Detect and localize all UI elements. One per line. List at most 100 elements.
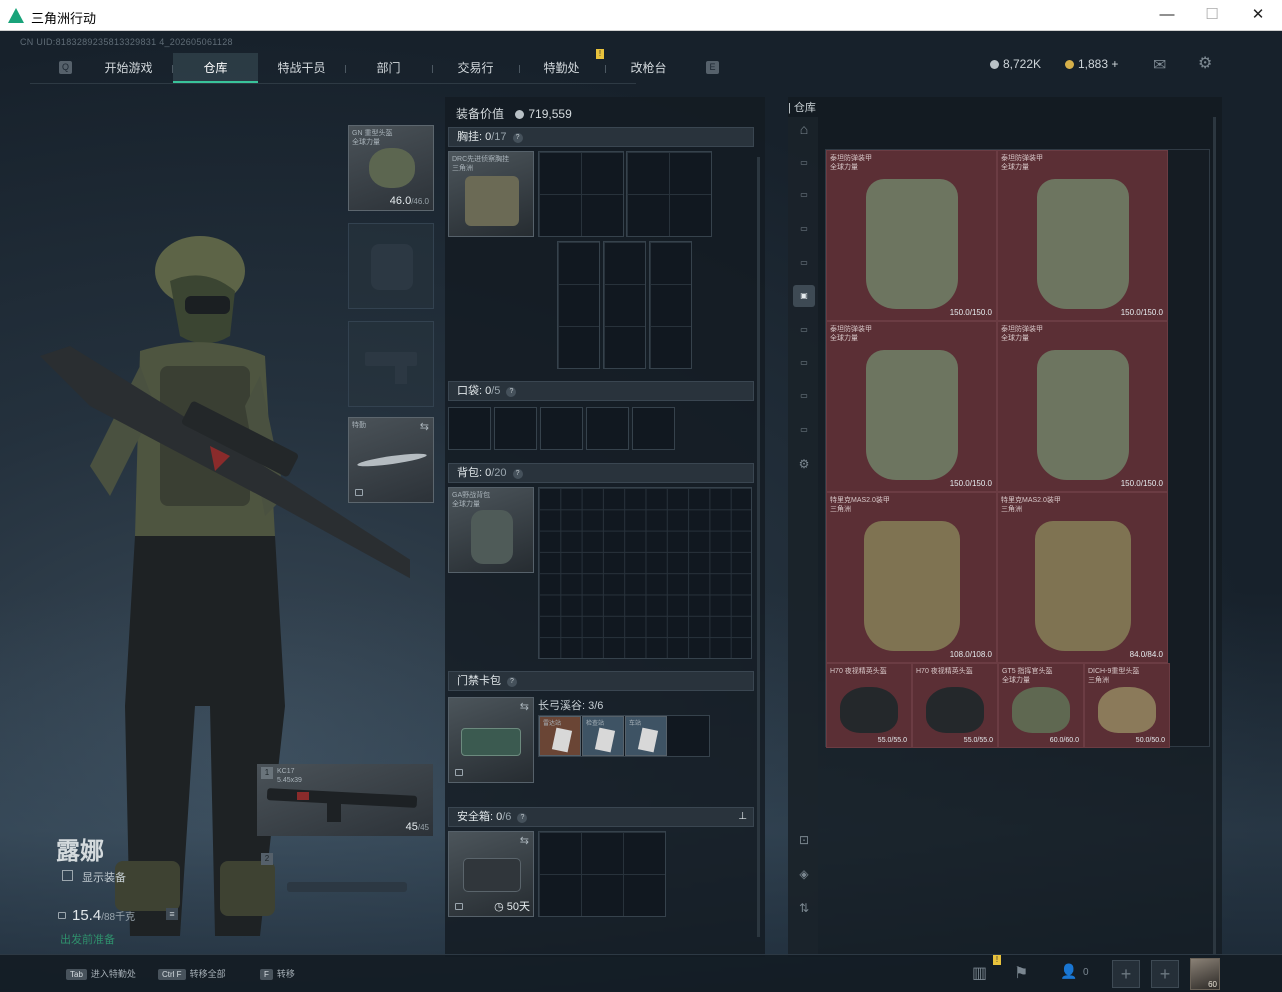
chest-rig-grid-5[interactable] <box>649 241 692 369</box>
helmet-slot[interactable]: GN 重型头盔 全球力量 46.0/46.0 <box>348 125 434 211</box>
add-teammate-button[interactable]: + <box>1151 960 1179 988</box>
warehouse-filter-all-icon[interactable]: ⌂ <box>793 118 815 140</box>
warehouse-filter-lv4-icon[interactable]: ▭ <box>793 252 815 274</box>
pocket-slot[interactable] <box>494 407 537 450</box>
warehouse-filter-lv1-icon[interactable]: ▭ <box>793 152 815 174</box>
tab-gunsmith[interactable]: 改枪台 <box>606 53 691 83</box>
silver-currency[interactable]: 8,722K <box>990 57 1041 71</box>
pocket-slot[interactable] <box>586 407 629 450</box>
warehouse-item-helmet[interactable]: H70 夜视精英头盔 55.0/55.0 <box>826 663 912 748</box>
pocket-slot[interactable] <box>448 407 491 450</box>
nav-prev-key[interactable]: Q <box>59 61 72 74</box>
safebox-label: 安全箱: <box>457 811 494 823</box>
warehouse-filter-active-icon[interactable]: ▣ <box>793 285 815 307</box>
friends-icon[interactable]: 👤 <box>1060 963 1077 980</box>
chest-rig-grid-1[interactable] <box>538 151 624 237</box>
keycard-case-item[interactable]: ⇆ <box>448 697 534 783</box>
chest-rig-grid-4[interactable] <box>603 241 646 369</box>
hint-transfer-all[interactable]: Ctrl F 转移全部 <box>158 967 226 980</box>
help-icon[interactable]: ? <box>506 387 517 397</box>
item-label: GT5 指挥官头盔 全球力量 <box>1002 667 1053 685</box>
armor-placeholder-icon <box>371 244 413 290</box>
backpack-item[interactable]: GA野战背包 全球力量 <box>448 487 534 573</box>
keycard-station[interactable]: 车站 <box>625 716 667 756</box>
item-label: DICH-9重型头盔 三角洲 <box>1088 667 1139 685</box>
keycard-radar-station[interactable]: 雷达站 <box>539 716 581 756</box>
settings-gear-icon[interactable]: ⚙ <box>1198 53 1212 73</box>
pocket-slot[interactable] <box>632 407 675 450</box>
add-teammate-button[interactable]: + <box>1112 960 1140 988</box>
safebox-duration: ◷ 50天 <box>494 898 530 914</box>
item-name: H70 夜视精英头盔 <box>830 668 887 675</box>
help-icon[interactable]: ? <box>512 133 523 143</box>
minimize-button[interactable]: — <box>1152 4 1182 26</box>
safebox-item[interactable]: ⇆ ◷ 50天 <box>448 831 534 917</box>
stats-chart-icon[interactable]: ▥ <box>972 963 987 983</box>
gold-currency[interactable]: 1,883 + <box>1065 57 1118 71</box>
warehouse-item-armor[interactable]: 泰坦防弹装甲 全球力量 150.0/150.0 <box>997 321 1168 492</box>
tab-department[interactable]: 部门 <box>346 53 431 83</box>
swap-icon[interactable]: ⇆ <box>520 834 529 847</box>
tab-special-ops[interactable]: 特勤处 <box>519 53 604 83</box>
tab-warehouse[interactable]: 仓库 <box>173 53 258 83</box>
card-image <box>551 727 573 753</box>
chest-rig-grid-2[interactable] <box>626 151 712 237</box>
body-armor-slot-empty[interactable] <box>348 223 434 309</box>
pocket-slot[interactable] <box>540 407 583 450</box>
swap-icon[interactable]: ⇆ <box>520 700 529 713</box>
warehouse-item-armor[interactable]: 特里克MAS2.0装甲 三角洲 84.0/84.0 <box>997 492 1168 663</box>
warehouse-settings-gear-icon[interactable]: ⚙ <box>793 453 815 475</box>
warehouse-filter-lv9-icon[interactable]: ▭ <box>793 419 815 441</box>
keycard-checkpoint[interactable]: 检查站 <box>582 716 624 756</box>
middle-scrollbar[interactable] <box>757 157 760 937</box>
player-avatar[interactable]: 60 <box>1190 958 1220 990</box>
list-icon[interactable]: ≡ <box>166 908 178 920</box>
warehouse-filter-lv2-icon[interactable]: ▭ <box>793 184 815 206</box>
tab-start-game[interactable]: 开始游戏 <box>86 53 171 83</box>
pin-icon[interactable]: ⊥ <box>738 808 747 826</box>
warehouse-item-armor[interactable]: 特里克MAS2.0装甲 三角洲 108.0/108.0 <box>826 492 997 663</box>
warehouse-filter-lv3-icon[interactable]: ▭ <box>793 218 815 240</box>
warehouse-item-helmet[interactable]: H70 夜视精英头盔 55.0/55.0 <box>912 663 998 748</box>
warehouse-item-armor[interactable]: 泰坦防弹装甲 全球力量 150.0/150.0 <box>997 150 1168 321</box>
hint-transfer[interactable]: F 转移 <box>260 967 295 980</box>
warehouse-item-armor[interactable]: 泰坦防弹装甲 全球力量 150.0/150.0 <box>826 150 997 321</box>
swap-icon[interactable]: ⇆ <box>420 420 429 433</box>
warehouse-item-helmet[interactable]: DICH-9重型头盔 三角洲 50.0/50.0 <box>1084 663 1170 748</box>
keycard-name: 车站 <box>629 721 642 727</box>
add-currency-button[interactable]: + <box>1111 57 1118 71</box>
tab-trade[interactable]: 交易行 <box>433 53 518 83</box>
chest-rig-item[interactable]: DRC先进侦察胸挂 三角洲 <box>448 151 534 237</box>
show-equipment-toggle[interactable]: 显示装备 <box>62 869 126 885</box>
checkbox[interactable] <box>62 870 73 881</box>
close-button[interactable]: ✕ <box>1243 4 1273 26</box>
chest-rig-grid-3[interactable] <box>557 241 600 369</box>
pistol-slot-empty[interactable] <box>348 321 434 407</box>
backpack-grid[interactable] <box>538 487 752 659</box>
help-icon[interactable]: ? <box>507 677 517 687</box>
warehouse-scrollbar[interactable] <box>1213 117 1216 955</box>
warehouse-filter-lv6-icon[interactable]: ▭ <box>793 319 815 341</box>
maximize-button[interactable]: ☐ <box>1197 4 1227 26</box>
lock-icon <box>455 769 463 776</box>
warehouse-filter-lv8-icon[interactable]: ▭ <box>793 385 815 407</box>
warehouse-layers-icon[interactable]: ◈ <box>793 863 815 885</box>
warehouse-item-armor[interactable]: 泰坦防弹装甲 全球力量 150.0/150.0 <box>826 321 997 492</box>
mail-icon[interactable]: ✉ <box>1153 55 1166 75</box>
help-icon[interactable]: ? <box>512 469 523 479</box>
help-icon[interactable]: ? <box>517 813 528 823</box>
warehouse-item-helmet[interactable]: GT5 指挥官头盔 全球力量 60.0/60.0 <box>998 663 1084 748</box>
item-durability: 150.0/150.0 <box>949 479 992 488</box>
warehouse-filter-lv7-icon[interactable]: ▭ <box>793 352 815 374</box>
warehouse-sort-icon[interactable]: ⇅ <box>793 897 815 919</box>
tab-operators[interactable]: 特战干员 <box>259 53 344 83</box>
warehouse-collect-icon[interactable]: ⊡ <box>793 829 815 851</box>
secondary-weapon-slot-empty[interactable]: 2 <box>257 850 433 924</box>
melee-slot[interactable]: 特勤 ⇆ <box>348 417 434 503</box>
hint-enter-special-ops[interactable]: Tab 进入特勤处 <box>66 967 136 980</box>
safebox-grid[interactable] <box>538 831 666 917</box>
nav-next-key[interactable]: E <box>706 61 719 74</box>
flag-icon[interactable]: ⚑ <box>1014 963 1028 983</box>
helmet-faction: 全球力量 <box>352 139 380 146</box>
primary-weapon-slot[interactable]: 1 KC17 5.45x39 45/45 <box>257 764 433 836</box>
